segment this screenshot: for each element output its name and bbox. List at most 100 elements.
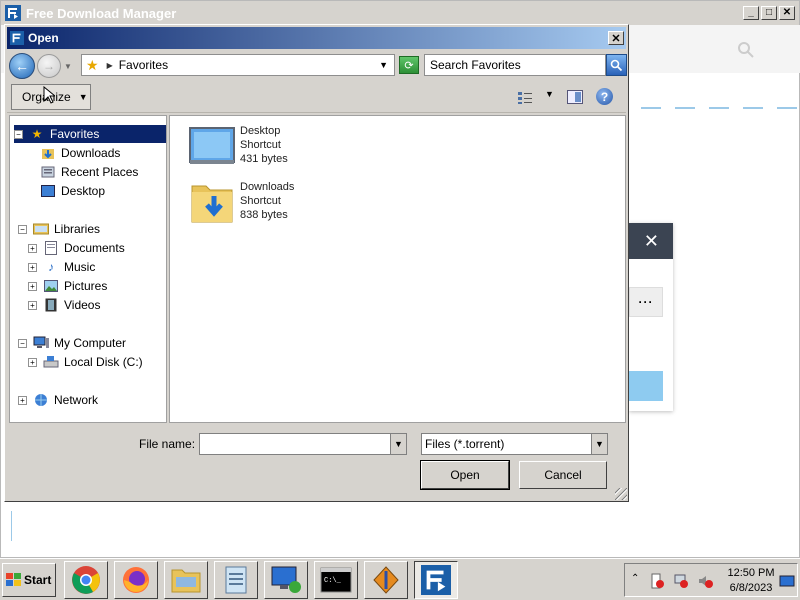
back-button[interactable]: ← [9, 53, 35, 79]
taskbar-app[interactable] [364, 561, 408, 599]
tree-item-label: Desktop [61, 184, 106, 198]
tree-item-network[interactable]: + Network [18, 391, 98, 409]
divider [11, 511, 12, 541]
file-type: Shortcut [240, 139, 281, 151]
tree-item-music[interactable]: + ♪ Music [28, 258, 95, 276]
expand-icon[interactable]: + [28, 262, 37, 272]
tree-item-label: Libraries [54, 222, 101, 236]
tree-item-label: Network [54, 393, 99, 407]
tree-item-downloads[interactable]: Downloads [40, 144, 120, 162]
search-button[interactable] [606, 54, 627, 76]
close-button[interactable]: ✕ [779, 6, 795, 20]
collapse-icon[interactable]: − [18, 224, 27, 234]
document-icon [225, 566, 247, 594]
file-size: 838 bytes [240, 209, 288, 221]
taskbar-explorer[interactable] [164, 561, 208, 599]
taskbar-notepad[interactable] [214, 561, 258, 599]
remote-desktop-icon [271, 566, 301, 593]
tree-item-pictures[interactable]: + Pictures [28, 277, 107, 295]
taskbar-free-download-manager[interactable] [414, 561, 458, 599]
taskbar-command-prompt[interactable]: C:\_ [314, 561, 358, 599]
app-icon [373, 566, 399, 594]
breadcrumb-arrow-icon[interactable]: ▶ [107, 61, 113, 70]
dialog-close-button[interactable]: ✕ [608, 31, 624, 45]
show-hidden-icons-icon[interactable]: ⌃ [631, 573, 639, 584]
more-button[interactable]: ··· [629, 287, 663, 317]
file-type-value: Files (*.torrent) [425, 437, 505, 451]
tree-item-label: Local Disk (C:) [64, 355, 143, 369]
recent-pages-icon[interactable]: ▼ [64, 62, 72, 71]
file-name-dropdown-icon[interactable]: ▼ [390, 434, 406, 454]
tree-item-label: Recent Places [61, 165, 139, 179]
search-input[interactable]: Search Favorites [424, 54, 606, 76]
tree-item-local-disk[interactable]: + Local Disk (C:) [28, 353, 143, 371]
tree-item-my-computer[interactable]: − My Computer [18, 334, 126, 352]
clock[interactable]: 12:50 PM 6/8/2023 [723, 566, 779, 596]
file-name: Desktop [240, 125, 281, 137]
download-button[interactable] [629, 371, 663, 401]
open-button-label: Open [450, 468, 480, 482]
fdm-title-bar: Free Download Manager _ □ ✕ [1, 1, 799, 25]
volume-muted-icon[interactable] [697, 573, 713, 589]
network-disconnected-icon[interactable] [673, 573, 689, 589]
start-button[interactable]: Start [2, 563, 56, 597]
expand-icon[interactable]: + [28, 300, 37, 310]
open-button[interactable]: Open [420, 460, 510, 490]
refresh-button[interactable]: ⟳ [399, 56, 419, 74]
windows-logo-icon [6, 573, 21, 586]
action-center-alert-icon[interactable] [649, 573, 665, 589]
tree-item-label: Downloads [61, 146, 121, 160]
maximize-button[interactable]: □ [761, 6, 777, 20]
libraries-icon [33, 222, 49, 236]
taskbar-chrome[interactable] [64, 561, 108, 599]
chevron-down-icon: ▼ [78, 92, 88, 102]
resize-grip[interactable] [615, 488, 627, 500]
collapse-icon[interactable]: − [18, 338, 27, 348]
address-bar[interactable]: ★ ▶ Favorites ▼ [81, 54, 395, 76]
preview-pane-icon[interactable] [567, 90, 583, 104]
cancel-button[interactable]: Cancel [519, 461, 607, 489]
tree-item-label: Music [64, 260, 96, 274]
music-icon: ♪ [48, 260, 54, 274]
tree-item-desktop[interactable]: Desktop [40, 182, 105, 200]
file-item-desktop[interactable]: Desktop Shortcut 431 bytes [188, 124, 288, 170]
navigation-bar: ← → ▼ ★ ▶ Favorites ▼ ⟳ Search Favorites [9, 51, 627, 81]
file-name-input[interactable]: ▼ [199, 433, 407, 455]
videos-icon [43, 298, 59, 312]
file-name: Downloads [240, 181, 295, 193]
system-tray: ⌃ 12:50 PM 6/8/2023 [624, 563, 798, 597]
address-text: Favorites [118, 58, 169, 72]
minimize-button[interactable]: _ [743, 6, 759, 20]
close-icon[interactable]: ✕ [644, 231, 659, 252]
taskbar-firefox[interactable] [114, 561, 158, 599]
search-icon[interactable] [737, 41, 755, 59]
file-type-dropdown-icon[interactable]: ▼ [591, 434, 607, 454]
file-item-downloads[interactable]: Downloads Shortcut 838 bytes [188, 180, 294, 226]
star-icon: ★ [31, 127, 43, 141]
views-dropdown-icon[interactable]: ▼ [545, 89, 554, 99]
tree-item-recent-places[interactable]: Recent Places [40, 163, 138, 181]
collapse-icon[interactable]: − [14, 129, 23, 139]
tree-item-libraries[interactable]: − Libraries [18, 220, 100, 238]
tree-item-label: My Computer [54, 336, 127, 350]
expand-icon[interactable]: + [28, 243, 37, 253]
fdm-logo-icon [10, 31, 24, 45]
recent-places-icon [40, 165, 56, 179]
tree-item-documents[interactable]: + Documents [28, 239, 125, 257]
address-dropdown-icon[interactable]: ▼ [379, 60, 388, 70]
expand-icon[interactable]: + [18, 395, 27, 405]
show-desktop-icon[interactable] [779, 573, 795, 589]
tree-item-videos[interactable]: + Videos [28, 296, 100, 314]
file-type-select[interactable]: Files (*.torrent) ▼ [421, 433, 608, 455]
dialog-title-bar: Open ✕ [7, 27, 626, 49]
network-icon [33, 393, 49, 407]
help-icon[interactable]: ? [596, 88, 613, 105]
expand-icon[interactable]: + [28, 357, 37, 367]
command-bar: Organize ▼ ▼ ? [7, 83, 626, 113]
forward-button[interactable]: → [37, 54, 61, 78]
favorites-star-icon: ★ [86, 56, 99, 73]
tree-item-favorites[interactable]: − ★ Favorites [14, 125, 166, 143]
expand-icon[interactable]: + [28, 281, 37, 291]
views-icon[interactable] [517, 91, 533, 105]
taskbar-remote-desktop[interactable] [264, 561, 308, 599]
